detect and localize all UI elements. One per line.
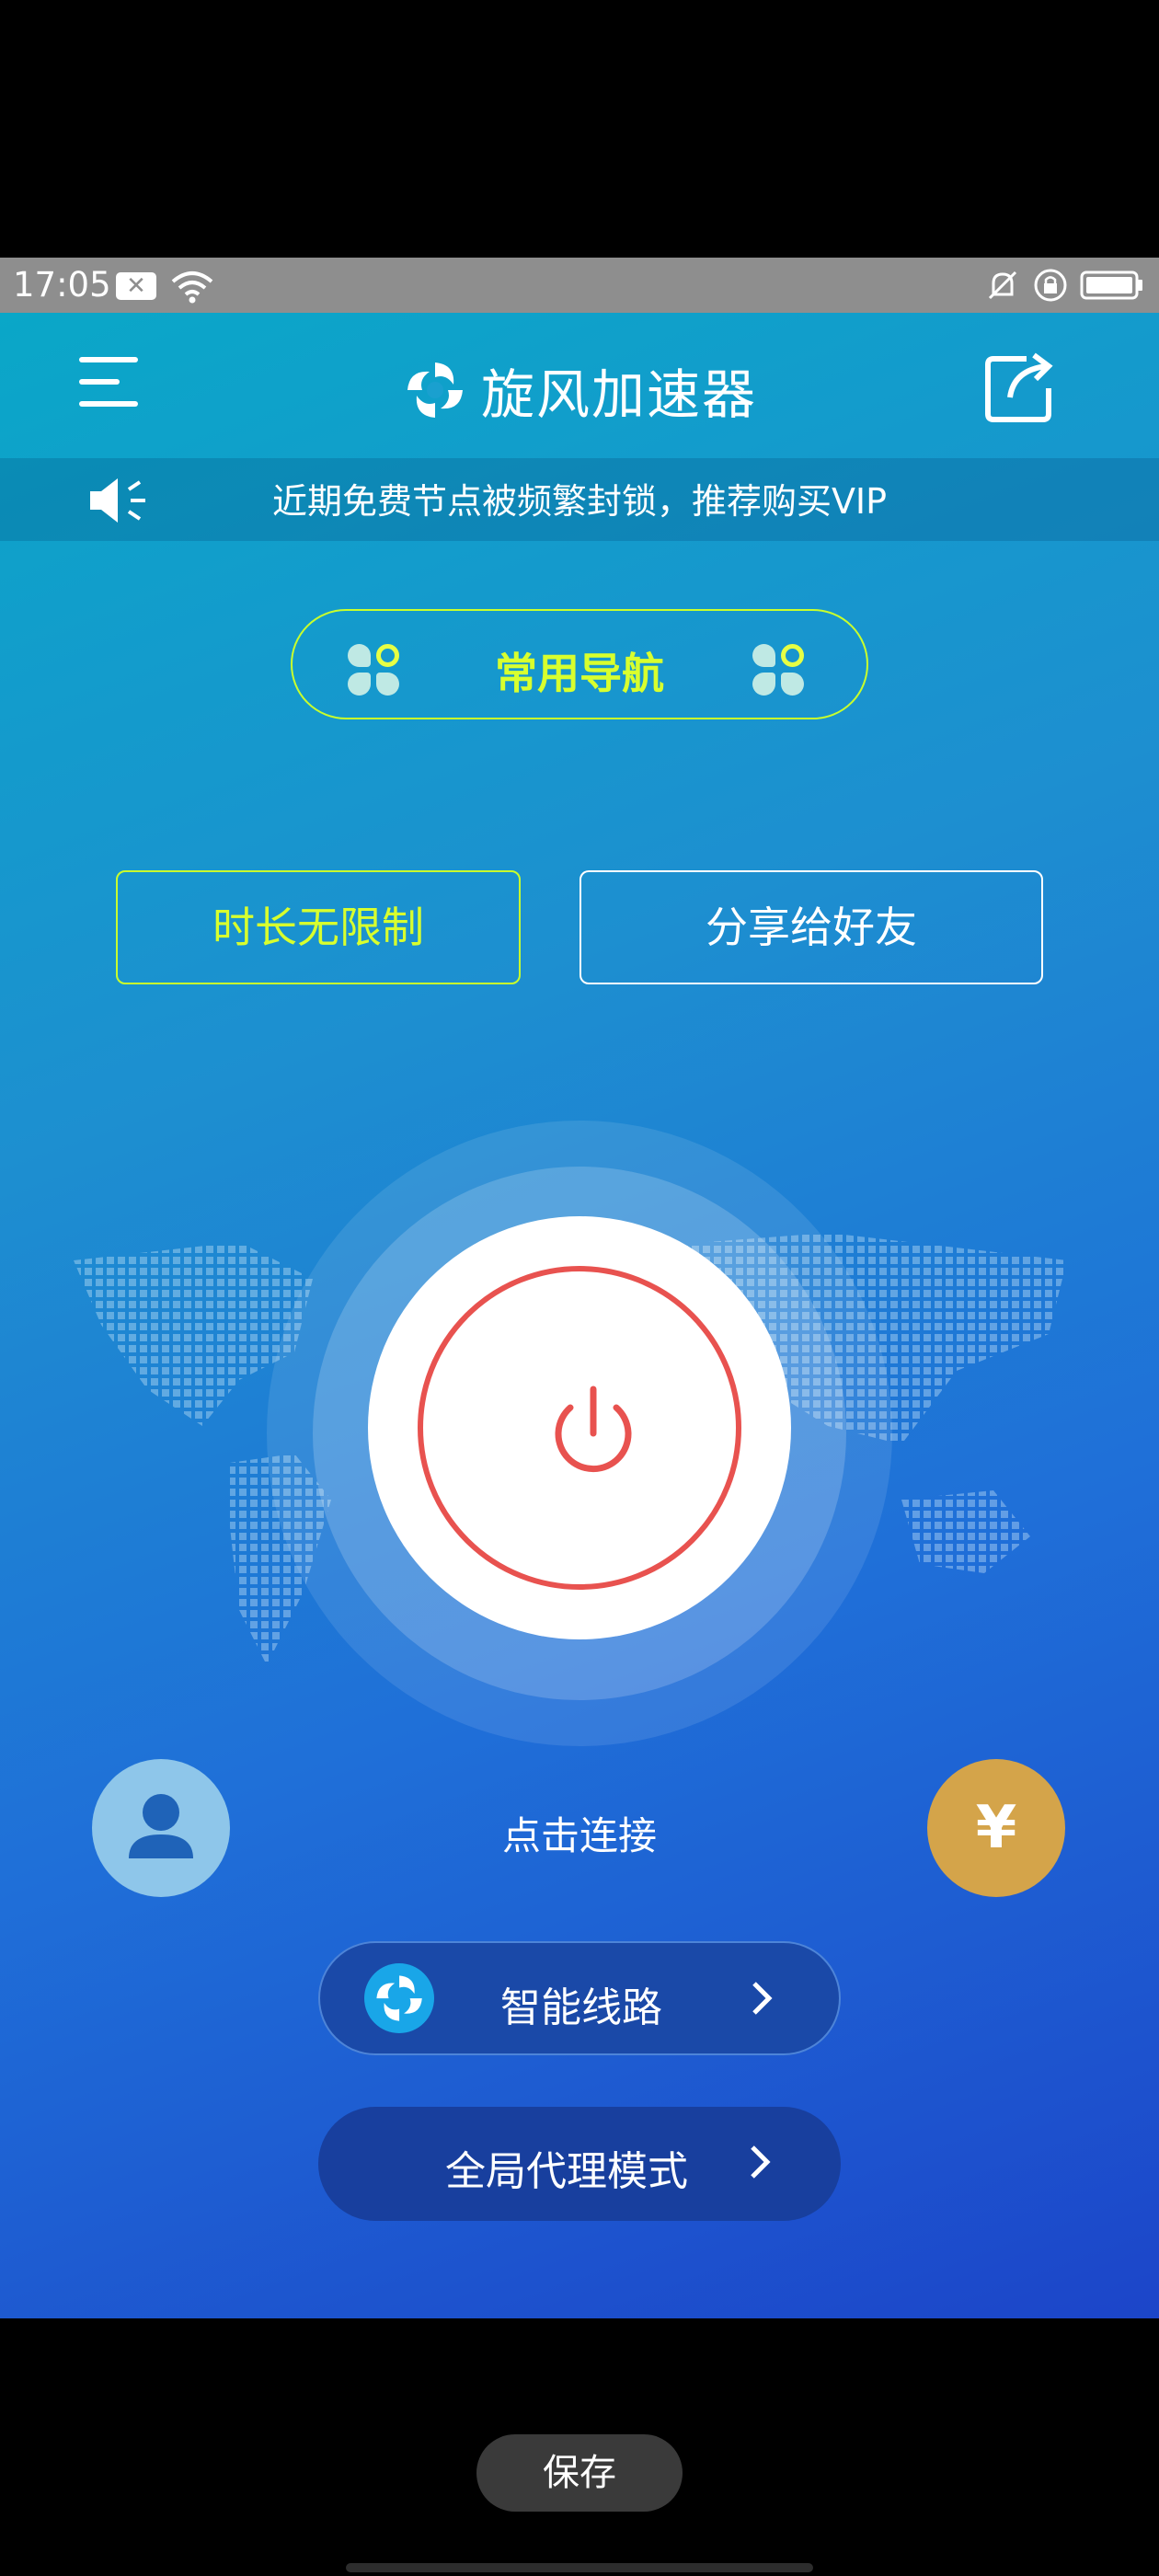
proxy-mode-label: 全局代理模式 — [445, 2148, 688, 2195]
app-screen: 旋风加速器 近期免费节点被频繁封锁，推荐购买VIP 常用导航 时长无限制 分享给… — [0, 313, 1159, 2318]
common-nav-button[interactable]: 常用导航 — [291, 609, 868, 719]
home-indicator[interactable] — [346, 2563, 813, 2572]
status-right-icons — [984, 267, 1144, 304]
clover-grid-icon — [752, 644, 806, 697]
share-to-friends-button[interactable]: 分享给好友 — [580, 870, 1043, 984]
notice-text: 近期免费节点被频繁封锁，推荐购买VIP — [271, 481, 888, 522]
status-bar: 17:05 ✕ — [0, 258, 1159, 313]
save-button[interactable]: 保存 — [476, 2434, 683, 2512]
proxy-mode-button[interactable]: 全局代理模式 — [318, 2107, 841, 2221]
notice-banner[interactable]: 近期免费节点被频繁封锁，推荐购买VIP — [0, 458, 1159, 541]
status-time: 17:05 — [13, 265, 111, 305]
chevron-right-icon — [752, 1982, 773, 2015]
header: 旋风加速器 — [0, 313, 1159, 460]
power-ring — [418, 1266, 741, 1590]
smart-route-button[interactable]: 智能线路 — [318, 1941, 841, 2055]
power-icon — [555, 1386, 632, 1473]
chevron-right-icon — [751, 2145, 771, 2179]
app-title: 旋风加速器 — [480, 363, 757, 426]
battery-icon — [1080, 270, 1142, 300]
close-box-icon: ✕ — [116, 272, 156, 300]
share-external-icon[interactable] — [982, 350, 1058, 423]
power-button[interactable] — [368, 1216, 791, 1639]
lock-rotation-icon — [1034, 269, 1067, 302]
swirl-logo-icon — [407, 362, 463, 418]
purchase-button[interactable]: ¥ — [927, 1759, 1065, 1897]
unlimited-duration-button[interactable]: 时长无限制 — [116, 870, 521, 984]
bell-off-icon — [988, 270, 1017, 300]
wifi-icon — [171, 271, 213, 304]
